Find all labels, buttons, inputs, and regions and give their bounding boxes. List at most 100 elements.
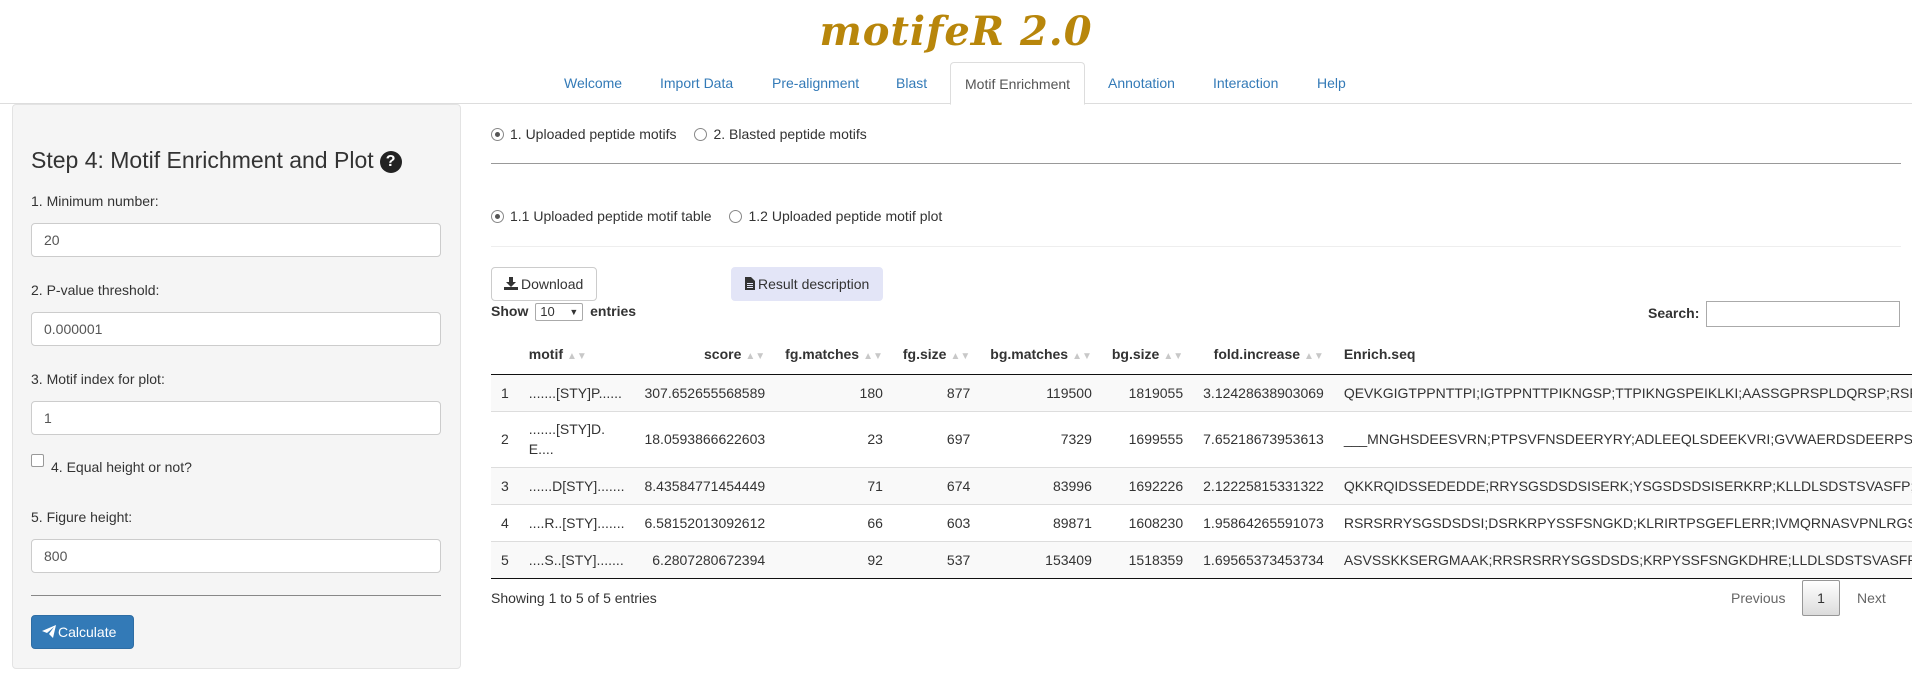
cell-bg-matches: 83996 xyxy=(980,466,1102,504)
calculate-label: Calculate xyxy=(58,624,117,640)
result-description-button[interactable]: Result description xyxy=(731,267,883,301)
result-description-label: Result description xyxy=(758,276,870,292)
cell-bg-size: 1518359 xyxy=(1101,540,1194,579)
cell-fg-matches: 180 xyxy=(775,373,893,411)
column-header-enrich-seq[interactable]: Enrich.seq xyxy=(1333,334,1912,375)
column-header-bg-size[interactable]: bg.size ▲▼ xyxy=(1101,334,1194,375)
cell-fold-increase: 7.65218673953613 xyxy=(1193,410,1334,467)
cell-score: 8.43584771454449 xyxy=(634,466,776,504)
table-info: Showing 1 to 5 of 5 entries xyxy=(491,590,657,606)
cell-score: 307.652655568589 xyxy=(634,373,776,411)
sort-icon: ▲▼ xyxy=(863,350,883,362)
radio-blasted-motifs[interactable]: 2. Blasted peptide motifs xyxy=(694,126,867,142)
equal-height-checkbox[interactable] xyxy=(31,454,44,467)
table-row[interactable]: 5 ....S..[STY]....... 6.2807280672394 92… xyxy=(491,540,1912,579)
tab-interaction[interactable]: Interaction xyxy=(1199,62,1292,104)
sidebar-divider xyxy=(31,595,441,596)
sort-icon: ▲▼ xyxy=(1304,350,1324,362)
search-input[interactable] xyxy=(1706,301,1900,327)
column-header-score[interactable]: score ▲▼ xyxy=(634,334,776,375)
radio-motif-table[interactable]: 1.1 Uploaded peptide motif table xyxy=(491,208,712,224)
cell-bg-size: 1699555 xyxy=(1101,410,1194,467)
question-circle-icon[interactable]: ? xyxy=(379,151,402,173)
source-radio-group: 1. Uploaded peptide motifs 2. Blasted pe… xyxy=(491,126,881,142)
cell-bg-size: 1819055 xyxy=(1101,373,1194,411)
sort-icon: ▲▼ xyxy=(1163,350,1184,362)
cell-fold-increase: 3.12428638903069 xyxy=(1193,373,1334,411)
motif-index-label: 3. Motif index for plot: xyxy=(31,371,165,387)
table-row[interactable]: 2 .......[STY]D.E.... 18.0593866622603 2… xyxy=(491,410,1912,467)
tab-motif-enrichment[interactable]: Motif Enrichment xyxy=(950,62,1086,105)
pagination-page-1[interactable]: 1 xyxy=(1802,580,1840,616)
page-length-select[interactable]: 10 ▼ xyxy=(535,303,584,321)
radio-motif-plot[interactable]: 1.2 Uploaded peptide motif plot xyxy=(729,208,942,224)
column-header-fold-increase[interactable]: fold.increase ▲▼ xyxy=(1193,334,1334,375)
cell-fg-size: 697 xyxy=(892,410,981,467)
nav-tabs: Welcome Import Data Pre-alignment Blast … xyxy=(0,62,1912,105)
table-row[interactable]: 3 ......D[STY]....... 8.43584771454449 7… xyxy=(491,466,1912,504)
sort-icon: ▲▼ xyxy=(1072,350,1092,362)
paper-plane-icon xyxy=(42,625,56,638)
cell-fold-increase: 1.69565373453734 xyxy=(1193,540,1334,579)
tab-pre-alignment[interactable]: Pre-alignment xyxy=(758,62,873,104)
view-divider xyxy=(491,246,1901,247)
cell-motif: ....S..[STY]....... xyxy=(518,540,635,579)
pagination-previous[interactable]: Previous xyxy=(1731,580,1785,616)
cell-index: 5 xyxy=(491,540,519,579)
pvalue-label: 2. P-value threshold: xyxy=(31,282,160,298)
cell-fg-matches: 66 xyxy=(775,503,893,541)
sort-icon: ▲▼ xyxy=(567,350,587,362)
column-header-fg-matches[interactable]: fg.matches ▲▼ xyxy=(775,334,893,375)
cell-score: 18.0593866622603 xyxy=(634,410,776,467)
entries-label: entries xyxy=(590,303,637,319)
min-number-label: 1. Minimum number: xyxy=(31,193,159,209)
calculate-button[interactable]: Calculate xyxy=(31,615,134,649)
search-label: Search: xyxy=(1648,305,1700,321)
radio-unchecked-icon xyxy=(729,210,743,223)
fig-height-label: 5. Figure height: xyxy=(31,509,133,525)
download-button[interactable]: Download xyxy=(491,267,597,301)
cell-fg-size: 537 xyxy=(892,540,981,579)
cell-bg-size: 1692226 xyxy=(1101,466,1194,504)
min-number-input[interactable]: 20 xyxy=(31,223,441,257)
radio-uploaded-motifs[interactable]: 1. Uploaded peptide motifs xyxy=(491,126,677,142)
tab-welcome[interactable]: Welcome xyxy=(550,62,636,104)
cell-index: 1 xyxy=(491,373,519,411)
cell-fg-size: 603 xyxy=(892,503,981,541)
show-label: Show xyxy=(491,303,529,319)
view-radio-group: 1.1 Uploaded peptide motif table 1.2 Upl… xyxy=(491,208,956,224)
column-header-motif[interactable]: motif ▲▼ xyxy=(518,334,635,375)
tab-help[interactable]: Help xyxy=(1303,62,1360,104)
table-row[interactable]: 1 .......[STY]P...... 307.652655568589 1… xyxy=(491,373,1912,411)
cell-enrich-seq: RSRSRRYSGSDSDSI;DSRKRPYSSFSNGKD;KLRIRTPS… xyxy=(1333,503,1912,541)
cell-fg-matches: 23 xyxy=(775,410,893,467)
table-row[interactable]: 4 ....R..[STY]....... 6.58152013092612 6… xyxy=(491,503,1912,541)
cell-score: 6.58152013092612 xyxy=(634,503,776,541)
equal-height-label: 4. Equal height or not? xyxy=(51,459,192,475)
cell-enrich-seq: QKKRQIDSSEDEDDE;RRYSGSDSDSISERK;YSGSDSDS… xyxy=(1333,466,1912,504)
radio-unchecked-icon xyxy=(694,128,708,141)
pvalue-input[interactable]: 0.000001 xyxy=(31,312,441,346)
column-header-fg-size[interactable]: fg.size ▲▼ xyxy=(892,334,981,375)
column-header-bg-matches[interactable]: bg.matches ▲▼ xyxy=(980,334,1102,375)
cell-motif: ....R..[STY]....... xyxy=(518,503,635,541)
cell-fg-size: 877 xyxy=(892,373,981,411)
motif-index-input[interactable]: 1 xyxy=(31,401,441,435)
cell-fold-increase: 2.12225815331322 xyxy=(1193,466,1334,504)
fig-height-input[interactable]: 800 xyxy=(31,539,441,573)
cell-motif: .......[STY]D.E.... xyxy=(518,410,635,467)
tab-import-data[interactable]: Import Data xyxy=(646,62,747,104)
file-text-icon xyxy=(745,277,755,290)
sort-icon: ▲▼ xyxy=(950,350,971,362)
cell-enrich-seq: ASVSSKKSERGMAAK;RRSRSRRYSGSDSDS;KRPYSSFS… xyxy=(1333,540,1912,579)
radio-checked-icon xyxy=(491,128,504,141)
tab-annotation[interactable]: Annotation xyxy=(1094,62,1189,104)
cell-motif: ......D[STY]....... xyxy=(518,466,635,504)
cell-bg-matches: 119500 xyxy=(980,373,1102,411)
step-title-text: Step 4: Motif Enrichment and Plot xyxy=(31,147,374,173)
radio-checked-icon xyxy=(491,210,504,223)
download-icon xyxy=(504,277,518,290)
cell-bg-matches: 89871 xyxy=(980,503,1102,541)
pagination-next[interactable]: Next xyxy=(1857,580,1886,616)
tab-blast[interactable]: Blast xyxy=(882,62,941,104)
